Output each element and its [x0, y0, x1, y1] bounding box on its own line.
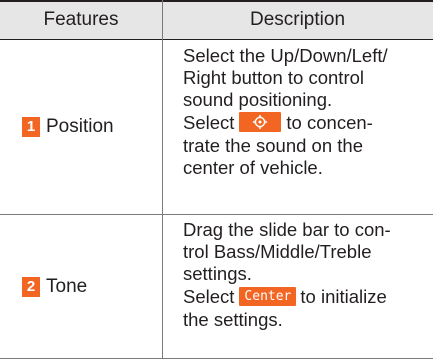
- description-header-label: Description: [249, 8, 346, 30]
- position-description: Select the Up/Down/Left/ Right button to…: [183, 45, 419, 180]
- description-line: sound positioning.: [183, 89, 333, 111]
- description-line: Select to concen-: [183, 112, 419, 136]
- tone-description: Drag the slide bar to con- trol Bass/Mid…: [183, 219, 419, 331]
- description-line: trol Bass/Middle/Treble: [183, 241, 372, 263]
- description-text: Select: [183, 111, 235, 133]
- description-text: to concen-: [286, 111, 373, 133]
- description-line: the settings.: [183, 308, 283, 330]
- column-divider: [162, 0, 163, 359]
- features-table: Features Description 1 Position Select t…: [0, 0, 433, 359]
- feature-number-badge: 2: [22, 276, 40, 297]
- position-center-icon: [239, 112, 282, 133]
- description-line: settings.: [183, 263, 252, 285]
- description-line: Drag the slide bar to con-: [183, 219, 391, 240]
- features-header: Features: [0, 0, 162, 39]
- features-header-label: Features: [43, 8, 119, 30]
- description-text: to initialize: [300, 285, 387, 307]
- table-top-border: [0, 0, 433, 2]
- feature-tone: 2 Tone: [0, 215, 162, 358]
- feature-label: Tone: [46, 275, 88, 297]
- center-button: Center: [239, 286, 297, 306]
- description-line: Select the Up/Down/Left/: [183, 45, 388, 66]
- description-line: Right button to control: [183, 67, 364, 89]
- description-line: center of vehicle.: [183, 157, 323, 179]
- feature-position: 1 Position: [0, 40, 162, 214]
- description-line: trate the sound on the: [183, 135, 363, 157]
- description-header: Description: [162, 0, 433, 39]
- description-line: Select Center to initialize: [183, 286, 419, 309]
- feature-number-badge: 1: [22, 117, 40, 137]
- feature-label: Position: [46, 116, 114, 137]
- description-text: Select: [183, 285, 235, 307]
